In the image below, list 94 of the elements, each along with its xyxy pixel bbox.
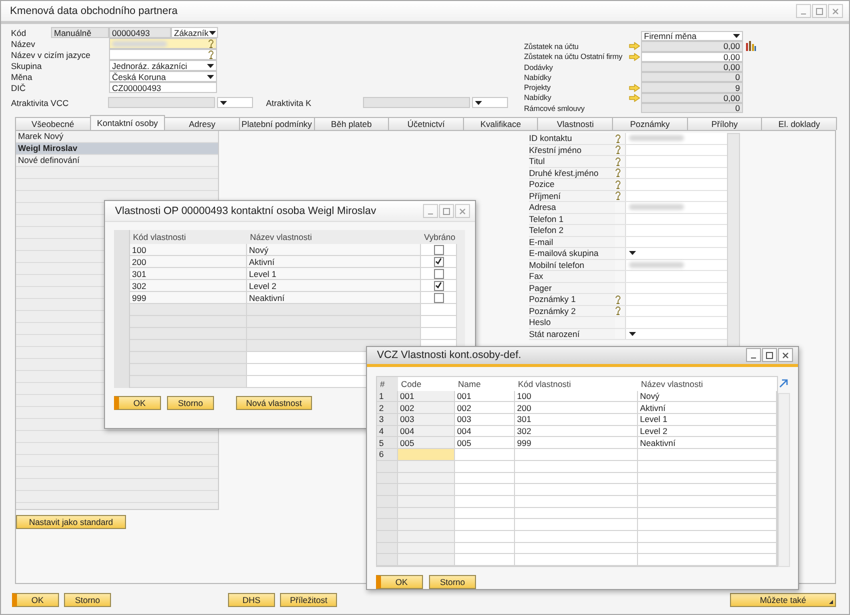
table-cell[interactable]: 001	[398, 390, 455, 402]
action-button[interactable]: OK	[114, 396, 161, 410]
menu-button[interactable]: Můžete také	[730, 593, 836, 607]
field-label: Kód	[10, 27, 28, 38]
input-field[interactable]: CZ00000493	[109, 82, 217, 93]
table-cell: 301	[130, 268, 247, 280]
value-field[interactable]: 0,00	[641, 62, 743, 72]
column-header: Kód vlastnosti	[132, 231, 187, 244]
action-button[interactable]: OK	[376, 575, 423, 589]
table-cell[interactable]: 005	[398, 437, 455, 450]
row-number: 1	[377, 390, 398, 402]
type-dropdown[interactable]: Zákazník	[171, 27, 218, 38]
action-button[interactable]: DHS	[228, 593, 275, 607]
tab[interactable]: El. doklady	[761, 117, 838, 130]
contact-item[interactable]: Marek Nový	[16, 131, 218, 143]
table-cell: 004	[455, 426, 515, 438]
table-cell[interactable]: 004	[398, 426, 455, 438]
value-field[interactable]: 0	[641, 103, 743, 114]
contact-item[interactable]: Weigl Miroslav	[16, 143, 218, 155]
table-cell: Aktivní	[638, 402, 777, 414]
table-cell: 302	[130, 280, 247, 292]
table-cell: Level 2	[638, 426, 777, 438]
code-field[interactable]: 00000493	[109, 27, 171, 38]
dropdown-field[interactable]: Jednoráz. zákazníci	[109, 60, 217, 71]
value-field[interactable]: 0,00	[641, 52, 743, 62]
table-cell: 302	[515, 426, 638, 438]
row-number: 6	[377, 449, 398, 461]
table-cell: Neaktivní	[247, 292, 421, 304]
table-cell: 001	[455, 390, 515, 402]
action-button[interactable]: OK	[12, 593, 59, 607]
field-label: Název v cizím jazyce	[10, 49, 92, 60]
column-header: Vybráno	[423, 231, 456, 244]
field-label: Skupina	[10, 60, 43, 71]
table-cell: 301	[515, 414, 638, 426]
dropdown-field[interactable]: Česká Koruna	[109, 71, 217, 82]
table-cell: 999	[515, 437, 638, 450]
tab[interactable]: Kvalifikace	[462, 117, 538, 130]
field-label: Název	[10, 38, 36, 49]
column-header: Název vlastnosti	[640, 378, 704, 391]
action-button[interactable]: Příležitost	[280, 593, 338, 607]
tab[interactable]: Všeobecné	[15, 117, 91, 130]
row-number: 4	[377, 426, 398, 438]
row-number: 3	[377, 414, 398, 426]
table-cell: 200	[130, 256, 247, 268]
table-cell: Level 1	[638, 414, 777, 426]
column-header: Code	[400, 378, 422, 391]
row-number: 2	[377, 402, 398, 414]
action-button[interactable]: Storno	[167, 396, 214, 410]
tab[interactable]: Kontaktní osoby	[90, 115, 166, 130]
table-cell: 999	[130, 292, 247, 304]
field-label: Atraktivita VCC	[10, 97, 70, 108]
column-header: #	[377, 376, 398, 391]
row-number: 5	[377, 437, 398, 450]
dialog-title: Vlastnosti OP 00000493 kontaktní osoba Weigl Miroslav	[115, 205, 376, 217]
table-cell: 005	[455, 437, 515, 450]
table-cell: 200	[515, 402, 638, 414]
table-cell: Level 1	[247, 268, 421, 280]
table-cell[interactable]: 003	[398, 414, 455, 426]
value-field[interactable]: 0	[641, 72, 743, 82]
tab[interactable]: Účetnictví	[388, 117, 464, 130]
value-field[interactable]: 9	[641, 82, 743, 93]
column-header: Název vlastnosti	[249, 231, 313, 244]
dialog-title: VCZ Vlastnosti kont.osoby-def.	[377, 349, 522, 362]
tab[interactable]: Platební podmínky	[238, 117, 315, 130]
action-button[interactable]: Storno	[64, 593, 111, 607]
value-field[interactable]: 0,00	[641, 92, 743, 104]
set-default-button[interactable]: Nastavit jako standard	[16, 515, 126, 529]
column-header: Kód vlastnosti	[517, 378, 572, 391]
column-header: Name	[457, 378, 482, 391]
field-label: DIČ	[10, 82, 27, 93]
table-cell: Level 2	[247, 280, 421, 292]
contact-item[interactable]: Nové definování	[16, 155, 218, 167]
tab[interactable]: Přílohy	[686, 117, 762, 130]
field-label: Měna	[10, 71, 34, 82]
table-cell: Nový	[247, 244, 421, 256]
tab[interactable]: Běh plateb	[314, 117, 390, 130]
table-cell[interactable]: 002	[398, 402, 455, 414]
value-field[interactable]: 0,00	[641, 41, 743, 52]
field-label: Atraktivita K	[265, 97, 312, 108]
tab[interactable]: Poznámky	[612, 117, 688, 130]
table-cell: Neaktivní	[638, 437, 777, 450]
table-cell: Aktivní	[247, 256, 421, 268]
table-cell: 100	[130, 244, 247, 256]
table-cell: 002	[455, 402, 515, 414]
tab[interactable]: Vlastnosti	[537, 117, 614, 130]
table-cell: Nový	[638, 390, 777, 402]
action-button[interactable]: Storno	[429, 575, 476, 589]
window-title: Kmenová data obchodního partnera	[10, 5, 178, 17]
tab[interactable]: Adresy	[164, 117, 240, 130]
action-button[interactable]: Nová vlastnost	[236, 396, 312, 410]
currency-dropdown[interactable]: Firemní měna	[641, 31, 743, 42]
table-cell: 100	[515, 390, 638, 402]
numbering-field[interactable]: Manuálně	[51, 27, 109, 38]
table-cell: 003	[455, 414, 515, 426]
